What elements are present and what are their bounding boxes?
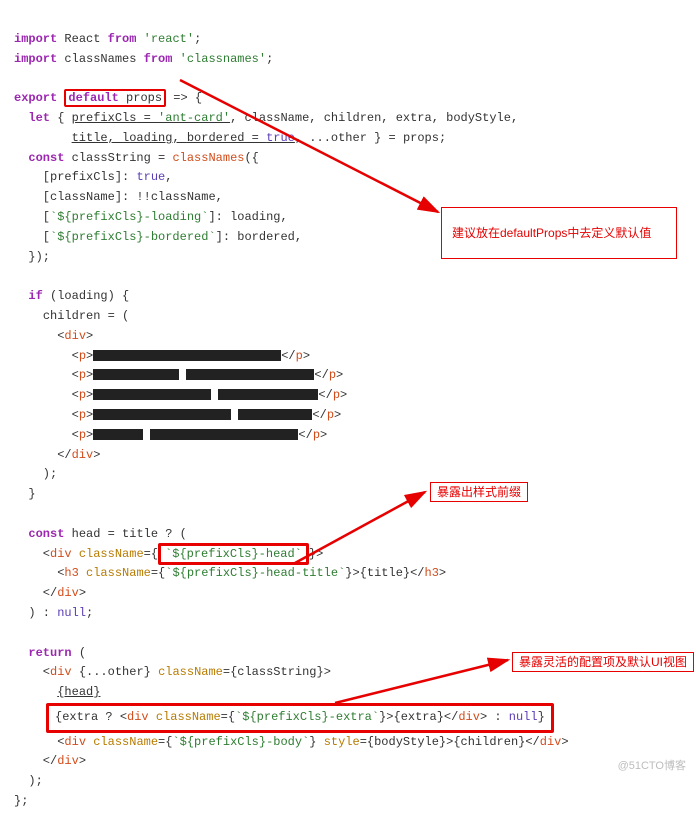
annotation-flexible-config: 暴露灵活的配置项及默认UI视图 bbox=[512, 652, 694, 672]
watermark: @51CTO博客 bbox=[618, 757, 686, 775]
annotation-default-props: 建议放在defaultProps中去定义默认值 bbox=[441, 207, 677, 259]
destructure-underline: prefixCls = 'ant-card' bbox=[72, 111, 230, 125]
kw-import: import bbox=[14, 32, 57, 46]
annotation-style-prefix: 暴露出样式前缀 bbox=[430, 482, 528, 502]
highlight-prefix-head: `${prefixCls}-head` bbox=[158, 543, 309, 565]
redacted bbox=[93, 350, 281, 361]
highlight-extra-line: {extra ? <div className={`${prefixCls}-e… bbox=[46, 703, 554, 733]
highlight-default-props: default props bbox=[64, 89, 166, 107]
code-block: import React from 'react'; import classN… bbox=[0, 0, 696, 822]
